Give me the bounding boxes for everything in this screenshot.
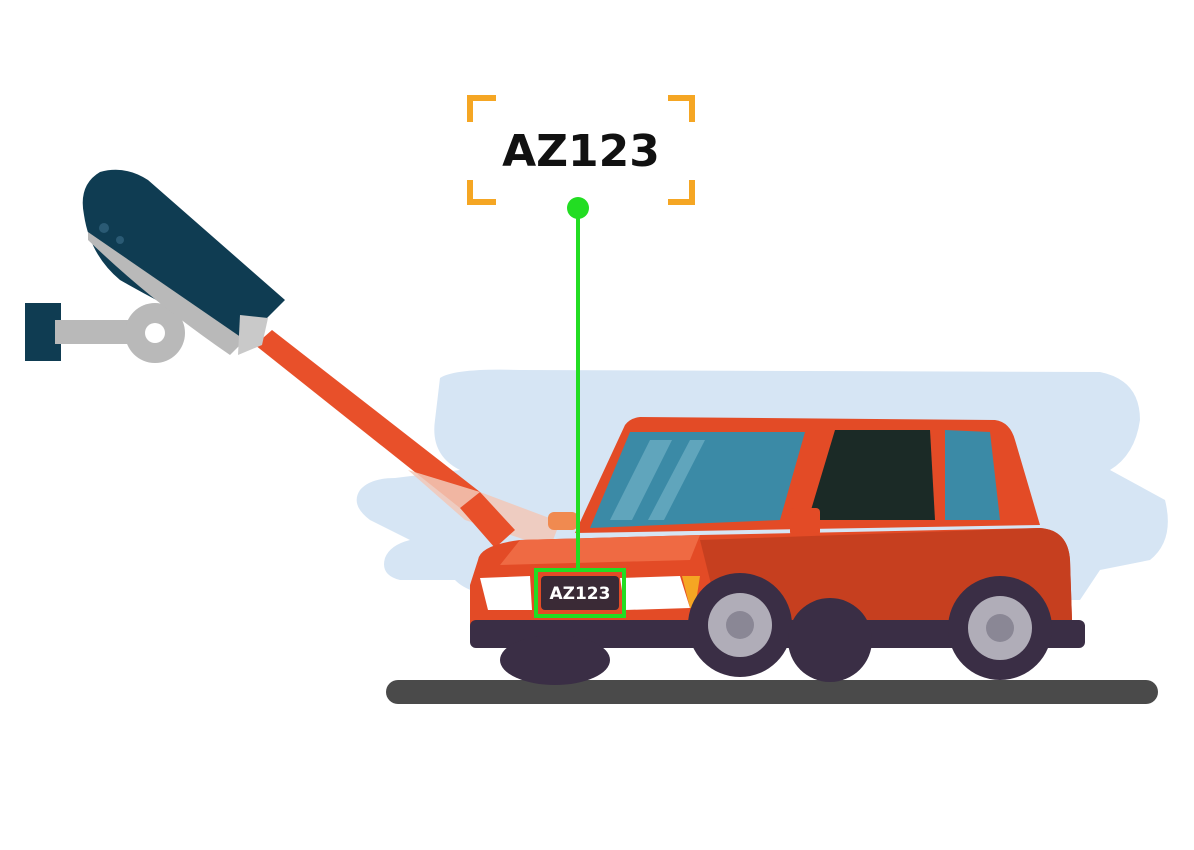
- cctv-camera-icon: [25, 169, 285, 363]
- wheel-mid: [788, 598, 872, 682]
- car-plate-text: AZ123: [550, 584, 611, 604]
- car-license-plate: AZ123: [541, 576, 619, 610]
- wheel-left: [688, 573, 792, 677]
- wheel-right: [948, 576, 1052, 680]
- front-wheel: [500, 635, 610, 685]
- recognized-plate-frame: AZ123: [467, 95, 695, 205]
- road: [386, 680, 1158, 704]
- recognized-plate-text: AZ123: [502, 126, 660, 177]
- lpr-illustration: AZ123 AZ123: [25, 95, 1168, 704]
- connector-dot: [567, 197, 589, 219]
